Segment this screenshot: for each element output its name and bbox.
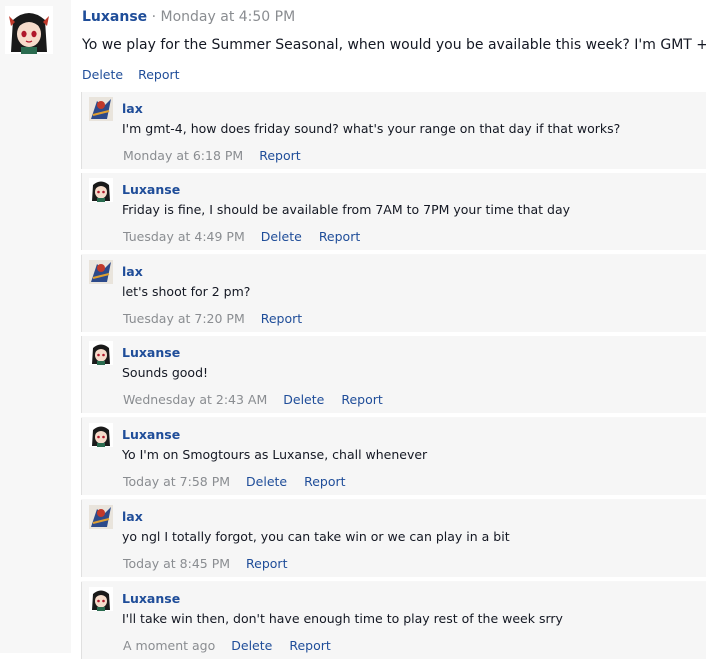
left-gutter bbox=[0, 0, 71, 653]
reply-text: Friday is fine, I should be available fr… bbox=[122, 202, 571, 217]
post-time[interactable]: Monday at 4:50 PM bbox=[161, 9, 296, 25]
reply-text: yo ngl I totally forgot, you can take wi… bbox=[122, 529, 510, 544]
luxanse-avatar-icon bbox=[89, 341, 113, 365]
reply-author[interactable]: Luxanse bbox=[122, 427, 180, 442]
reply-divider bbox=[81, 250, 706, 254]
post-report-link[interactable]: Report bbox=[138, 67, 179, 82]
reply-author[interactable]: Luxanse bbox=[122, 182, 180, 197]
reply-text: I'll take win then, don't have enough ti… bbox=[122, 611, 563, 626]
post-header: Luxanse · Monday at 4:50 PM bbox=[82, 9, 295, 25]
reply-avatar[interactable] bbox=[89, 97, 113, 121]
reply-avatar[interactable] bbox=[89, 178, 113, 202]
reply-avatar[interactable] bbox=[89, 341, 113, 365]
reply-text: Yo I'm on Smogtours as Luxanse, chall wh… bbox=[122, 447, 428, 462]
reply-author[interactable]: Luxanse bbox=[122, 591, 180, 606]
reply-meta: Today at 8:45 PM Report bbox=[123, 556, 304, 571]
reply-meta: A moment ago Delete Report bbox=[123, 638, 348, 653]
reply-author[interactable]: lax bbox=[122, 509, 143, 524]
reply-report-link[interactable]: Report bbox=[261, 311, 302, 326]
reply-avatar[interactable] bbox=[89, 423, 113, 447]
lax-avatar-icon bbox=[89, 97, 113, 121]
reply-text: let's shoot for 2 pm? bbox=[122, 284, 251, 299]
reply-meta: Today at 7:58 PM Delete Report bbox=[123, 474, 363, 489]
reply-delete-link[interactable]: Delete bbox=[231, 638, 272, 653]
op-avatar[interactable] bbox=[5, 6, 53, 54]
reply-delete-link[interactable]: Delete bbox=[283, 392, 324, 407]
post-text: Yo we play for the Summer Seasonal, when… bbox=[82, 37, 706, 53]
reply-report-link[interactable]: Report bbox=[289, 638, 330, 653]
reply-time[interactable]: Tuesday at 7:20 PM bbox=[123, 311, 245, 326]
reply-time[interactable]: Today at 8:45 PM bbox=[123, 556, 230, 571]
luxanse-avatar-icon bbox=[5, 6, 53, 54]
reply-avatar[interactable] bbox=[89, 260, 113, 284]
post-actions: Delete Report bbox=[82, 67, 195, 82]
reply-author[interactable]: lax bbox=[122, 264, 143, 279]
reply-delete-link[interactable]: Delete bbox=[261, 229, 302, 244]
luxanse-avatar-icon bbox=[89, 178, 113, 202]
reply-avatar[interactable] bbox=[89, 505, 113, 529]
reply-meta: Monday at 6:18 PM Report bbox=[123, 148, 318, 163]
reply-meta: Tuesday at 4:49 PM Delete Report bbox=[123, 229, 377, 244]
reply-time[interactable]: Today at 7:58 PM bbox=[123, 474, 230, 489]
reply-report-link[interactable]: Report bbox=[319, 229, 360, 244]
post-author[interactable]: Luxanse bbox=[82, 9, 147, 25]
reply-meta: Wednesday at 2:43 AM Delete Report bbox=[123, 392, 400, 407]
reply-divider bbox=[81, 577, 706, 581]
luxanse-avatar-icon bbox=[89, 423, 113, 447]
luxanse-avatar-icon bbox=[89, 587, 113, 611]
reply-report-link[interactable]: Report bbox=[259, 148, 300, 163]
reply-report-link[interactable]: Report bbox=[341, 392, 382, 407]
post-separator: · bbox=[147, 9, 161, 25]
reply-text: I'm gmt-4, how does friday sound? what's… bbox=[122, 121, 621, 136]
reply-item: lax yo ngl I totally forgot, you can tak… bbox=[81, 500, 706, 577]
reply-author[interactable]: Luxanse bbox=[122, 345, 180, 360]
reply-item: Luxanse Yo I'm on Smogtours as Luxanse, … bbox=[81, 418, 706, 495]
reply-meta: Tuesday at 7:20 PM Report bbox=[123, 311, 319, 326]
reply-text: Sounds good! bbox=[122, 365, 209, 380]
reply-divider bbox=[81, 413, 706, 417]
reply-avatar[interactable] bbox=[89, 587, 113, 611]
reply-time[interactable]: Monday at 6:18 PM bbox=[123, 148, 243, 163]
reply-list: lax I'm gmt-4, how does friday sound? wh… bbox=[81, 92, 706, 659]
reply-delete-link[interactable]: Delete bbox=[246, 474, 287, 489]
reply-report-link[interactable]: Report bbox=[304, 474, 345, 489]
reply-time[interactable]: Wednesday at 2:43 AM bbox=[123, 392, 267, 407]
reply-item: Luxanse Sounds good! Wednesday at 2:43 A… bbox=[81, 336, 706, 413]
reply-author[interactable]: lax bbox=[122, 101, 143, 116]
reply-report-link[interactable]: Report bbox=[246, 556, 287, 571]
reply-time[interactable]: Tuesday at 4:49 PM bbox=[123, 229, 245, 244]
reply-divider bbox=[81, 495, 706, 499]
reply-item: Luxanse Friday is fine, I should be avai… bbox=[81, 173, 706, 250]
reply-time[interactable]: A moment ago bbox=[123, 638, 215, 653]
reply-item: lax let's shoot for 2 pm? Tuesday at 7:2… bbox=[81, 255, 706, 332]
reply-item: lax I'm gmt-4, how does friday sound? wh… bbox=[81, 92, 706, 169]
lax-avatar-icon bbox=[89, 260, 113, 284]
post-delete-link[interactable]: Delete bbox=[82, 67, 123, 82]
reply-item: Luxanse I'll take win then, don't have e… bbox=[81, 582, 706, 659]
original-post: Luxanse · Monday at 4:50 PM Yo we play f… bbox=[82, 0, 706, 92]
lax-avatar-icon bbox=[89, 505, 113, 529]
